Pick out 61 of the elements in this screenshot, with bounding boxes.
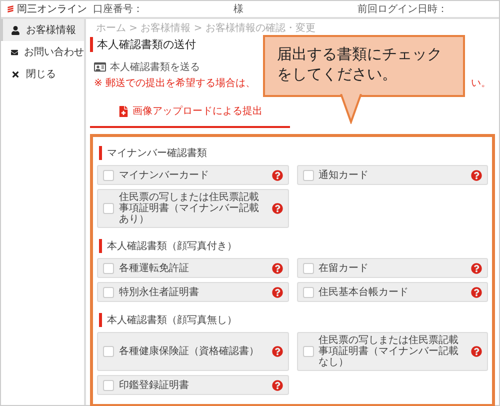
checkbox-option[interactable]: 在留カード	[296, 258, 488, 278]
id-card-icon	[94, 61, 106, 73]
close-icon	[11, 70, 20, 78]
sidebar-item[interactable]: お客様情報	[1, 19, 84, 41]
checkbox-option[interactable]: 各種健康保険証（資格確認書）	[97, 332, 288, 371]
checkbox-option[interactable]: 住民票の写しまたは住民票記載事項証明書（マイナンバー記載あり）	[97, 189, 288, 228]
option-label: 特別永住者証明書	[119, 286, 200, 298]
option-label: 住民票の写しまたは住民票記載事項証明書（マイナンバー記載なし）	[318, 335, 460, 368]
checkbox[interactable]	[103, 170, 114, 180]
option-label: 住民基本台帳カード	[318, 286, 410, 298]
checkbox[interactable]	[302, 262, 314, 274]
help-icon[interactable]	[471, 170, 482, 180]
help-icon[interactable]	[272, 380, 282, 390]
account-label: 口座番号：	[93, 2, 143, 16]
logo-text: 岡三オンライン	[17, 3, 87, 16]
sidebar-item[interactable]: お問い合わせ	[1, 41, 84, 63]
file-plus-icon	[118, 106, 128, 116]
help-icon[interactable]	[272, 203, 282, 214]
last-login-label: 前回ログイン日時：	[358, 2, 448, 16]
option-label: 印鑑登録証明書	[119, 380, 190, 390]
section-title: 本人確認書類を送る	[110, 60, 200, 74]
notice-text: ※ 郵送での提出を希望する場合は、	[94, 76, 256, 90]
checkbox[interactable]	[103, 346, 114, 357]
checkbox[interactable]	[103, 380, 114, 390]
breadcrumb: ホーム > お客様情報 > お客様情報の確認・変更	[95, 22, 316, 35]
checkbox[interactable]	[302, 170, 314, 180]
tab[interactable]: 画像アップロードによる提出	[90, 104, 290, 128]
checkbox-option[interactable]: 住民票の写しまたは住民票記載事項証明書（マイナンバー記載なし）	[296, 332, 488, 371]
notice-text: い。	[471, 77, 491, 90]
option-label: 各種運転免許証	[119, 262, 190, 274]
option-label: 通知カード	[318, 170, 370, 180]
help-icon[interactable]	[272, 346, 282, 357]
checkbox[interactable]	[103, 203, 114, 214]
help-icon[interactable]	[471, 346, 482, 357]
checkbox-option[interactable]: 通知カード	[296, 165, 488, 185]
logo-icon	[7, 4, 14, 14]
checkbox[interactable]	[302, 346, 314, 357]
option-label: 住民票の写しまたは住民票記載事項証明書（マイナンバー記載あり）	[119, 192, 260, 225]
help-icon[interactable]	[272, 286, 282, 298]
option-label: 在留カード	[318, 262, 370, 274]
checkbox[interactable]	[103, 286, 114, 298]
group-title: マイナンバー確認書類	[99, 146, 488, 160]
checkbox-option[interactable]: 印鑑登録証明書	[97, 375, 288, 395]
checkbox-option[interactable]: 各種運転免許証	[97, 258, 288, 278]
checkbox-option[interactable]: 住民基本台帳カード	[296, 282, 488, 302]
user-icon	[11, 26, 20, 34]
honorific: 様	[234, 2, 244, 16]
envelope-icon	[11, 48, 18, 56]
group-title: 本人確認書類（顔写真付き）	[99, 239, 488, 253]
option-label: 各種健康保険証（資格確認書）	[119, 346, 260, 357]
option-label: マイナンバーカード	[119, 170, 210, 180]
group-title: 本人確認書類（顔写真無し）	[99, 313, 488, 327]
help-icon[interactable]	[471, 262, 482, 274]
help-icon[interactable]	[272, 170, 282, 180]
help-icon[interactable]	[272, 262, 282, 274]
sidebar-item[interactable]: 閉じる	[1, 63, 84, 85]
checkbox-option[interactable]: 特別永住者証明書	[97, 282, 288, 302]
checkbox[interactable]	[103, 262, 114, 274]
checkbox-option[interactable]: マイナンバーカード	[97, 165, 288, 185]
help-icon[interactable]	[471, 286, 482, 298]
checkbox[interactable]	[302, 286, 314, 298]
